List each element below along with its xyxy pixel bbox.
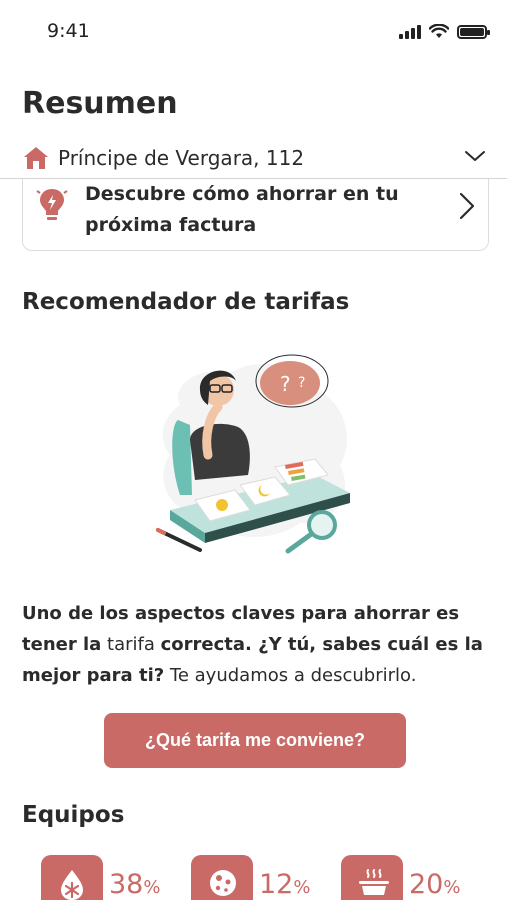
equipo-percentage: 12%	[259, 869, 311, 900]
equipo-percentage: 38%	[109, 869, 161, 900]
desc-regular-2: Te ayudamos a descubrirlo.	[169, 665, 417, 686]
tip-line-2: próxima factura	[85, 214, 257, 236]
equipo-badge	[341, 855, 403, 900]
svg-text:?: ?	[298, 375, 305, 391]
equipo-badge	[41, 855, 103, 900]
chevron-down-icon[interactable]	[463, 144, 487, 168]
equipos-title: Equipos	[22, 802, 125, 828]
savings-tip-card[interactable]: Descubre cómo ahorrar en tu próxima fact…	[22, 179, 489, 251]
equipo-percentage: 20%	[409, 869, 461, 900]
cooking-pot-icon	[359, 869, 389, 895]
equipos-list: 38% 12% 20%	[0, 855, 507, 900]
address-selector[interactable]: Príncipe de Vergara, 112	[22, 138, 487, 178]
recommender-title: Recomendador de tarifas	[22, 289, 350, 315]
cellular-signal-icon	[399, 24, 421, 39]
lightbulb-icon	[36, 189, 68, 220]
recommender-description: Uno de los aspectos claves para ahorrar …	[22, 598, 492, 691]
status-bar: 9:41	[0, 0, 507, 62]
home-icon	[24, 147, 48, 169]
desc-regular-1: tarifa	[107, 634, 155, 655]
status-time: 9:41	[47, 20, 90, 42]
cooktop-icon	[210, 870, 236, 896]
water-heater-icon	[61, 870, 83, 900]
chevron-right-icon[interactable]	[454, 191, 478, 221]
status-icons	[399, 24, 490, 39]
tip-text: Descubre cómo ahorrar en tu próxima fact…	[85, 179, 445, 241]
page-title: Resumen	[22, 86, 178, 121]
wifi-icon	[429, 24, 449, 38]
equipo-badge	[191, 855, 253, 900]
tip-line-1: Descubre cómo ahorrar en tu	[85, 183, 399, 205]
equipo-item[interactable]: 38%	[41, 855, 160, 900]
tariff-illustration: ? ?	[156, 354, 350, 554]
address-label: Príncipe de Vergara, 112	[58, 146, 305, 170]
equipo-item[interactable]: 12%	[191, 855, 310, 900]
battery-icon	[457, 24, 490, 39]
which-tariff-button[interactable]: ¿Qué tarifa me conviene?	[104, 713, 406, 768]
equipo-item[interactable]: 20%	[341, 855, 460, 900]
svg-text:?: ?	[280, 372, 291, 396]
